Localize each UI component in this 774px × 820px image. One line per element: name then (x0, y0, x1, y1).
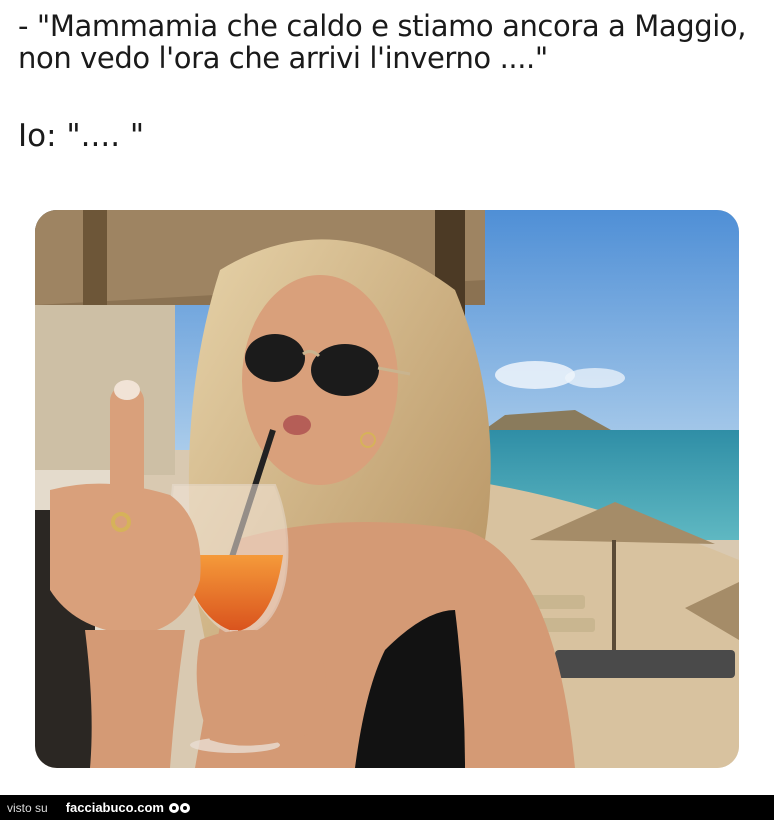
eye-icon (168, 802, 179, 813)
visto-su-label: visto su (7, 800, 48, 815)
watermark-footer: visto su facciabuco.com (0, 795, 774, 820)
meme-photo (35, 210, 739, 768)
caption-line-2: non vedo l'ora che arrivi l'inverno ....… (18, 41, 548, 75)
caption-reply: Io: ".... " (18, 118, 145, 154)
eyes-logo-icon (168, 802, 190, 813)
meme-caption: - "Mammamia che caldo e stiamo ancora a … (18, 10, 758, 74)
site-link[interactable]: facciabuco.com (66, 800, 164, 815)
photo-illustration (35, 210, 739, 768)
caption-line-1: - "Mammamia che caldo e stiamo ancora a … (18, 9, 747, 43)
eye-icon (179, 802, 190, 813)
